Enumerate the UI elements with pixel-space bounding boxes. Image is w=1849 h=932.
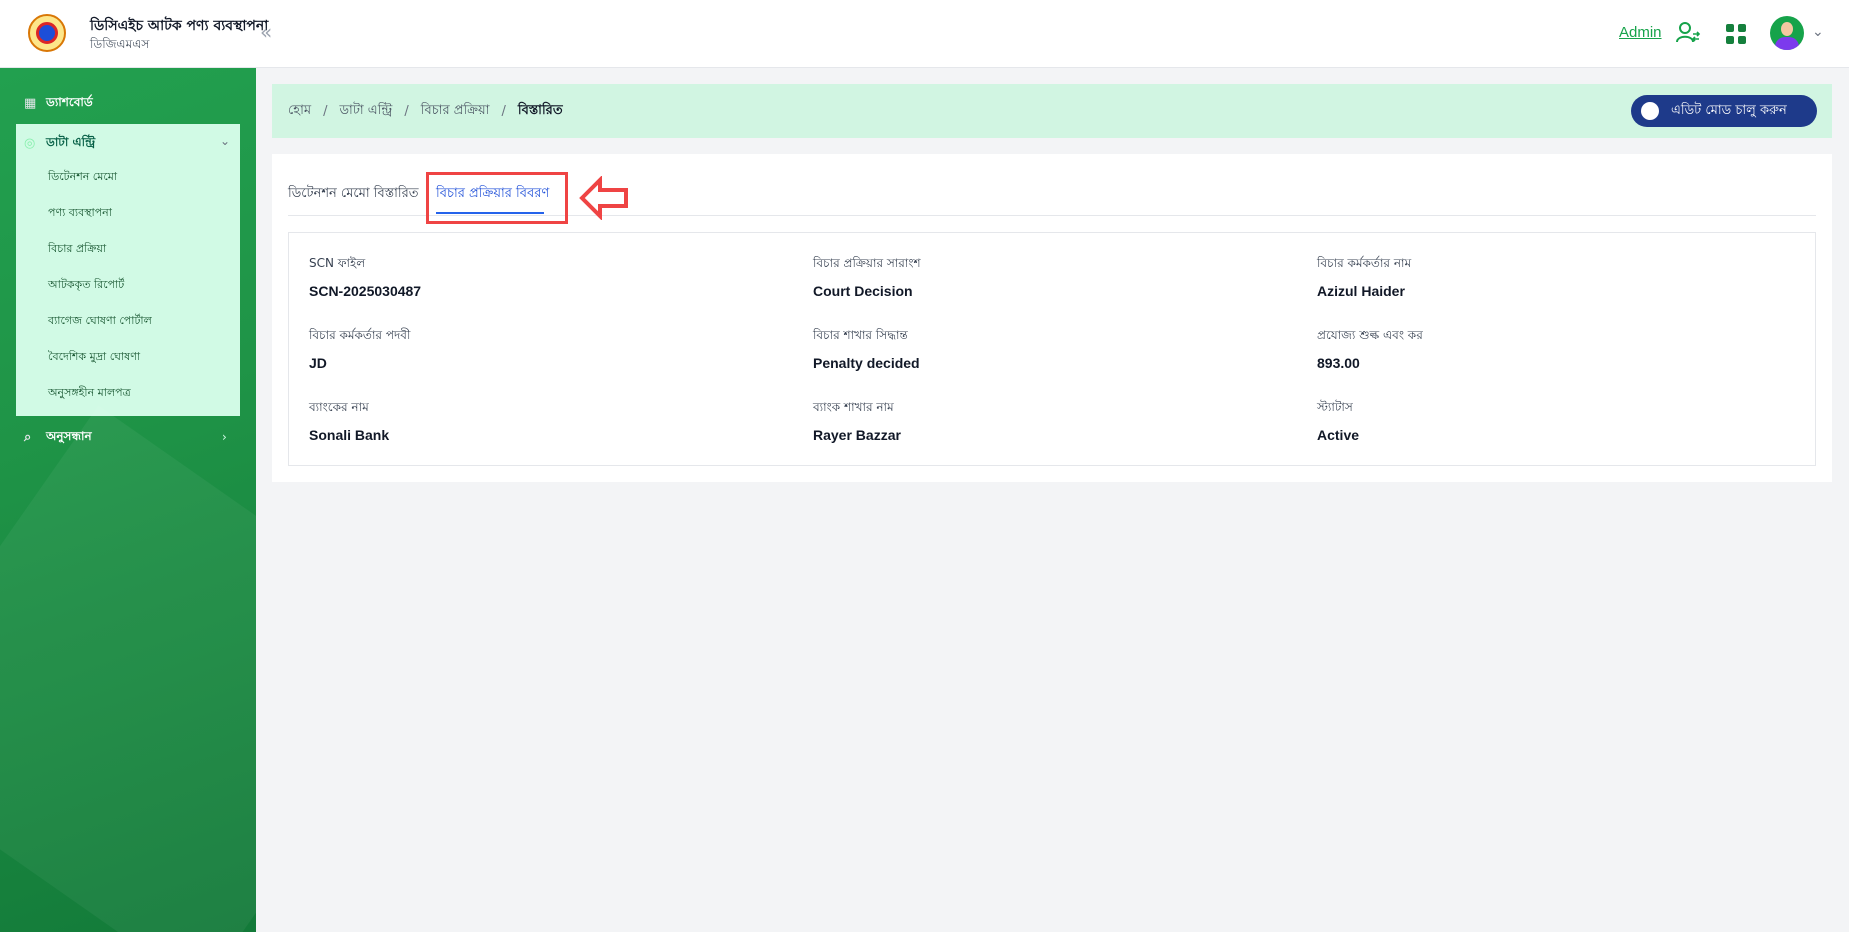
field-value: Azizul Haider [1317, 283, 1405, 299]
field-label: বিচার কর্মকর্তার পদবী [309, 328, 411, 342]
sidebar-item-dashboard[interactable]: ▦ ড্যাশবোর্ড [24, 94, 93, 114]
field-label: স্ট্যাটাস [1317, 400, 1353, 414]
field-value: 893.00 [1317, 355, 1360, 371]
app-title: ডিসিএইচ আটক পণ্য ব্যবস্থাপনা [90, 18, 269, 34]
field-label: SCN ফাইল [309, 256, 366, 270]
sidebar-subitem-seized-report[interactable]: আটককৃত রিপোর্ট [48, 276, 124, 295]
app-subtitle: ডিজিএমএস [90, 37, 150, 51]
field-label: বিচার শাখার সিদ্ধান্ত [813, 328, 908, 342]
chevron-right-icon[interactable]: › [222, 430, 227, 444]
sidebar-item-label: ডাটা এন্ট্রি [46, 135, 96, 149]
annotation-highlight-box [426, 172, 568, 224]
field-label: ব্যাংক শাখার নাম [813, 400, 894, 414]
field-value: Court Decision [813, 283, 913, 299]
sidebar-subitem-goods-management[interactable]: পণ্য ব্যবস্থাপনা [48, 204, 112, 223]
field-applicable-duty: প্রযোজ্য শুল্ক এবং কর 893.00 [1317, 327, 1797, 371]
user-avatar[interactable] [1770, 16, 1804, 50]
tab-detention-memo-details[interactable]: ডিটেনশন মেমো বিস্তারিত [288, 184, 418, 205]
field-value: Penalty decided [813, 355, 920, 371]
edit-mode-label: এডিট মোড চালু করুন [1671, 102, 1787, 118]
app-logo [28, 14, 66, 52]
sidebar-group-data-entry: ◎ ডাটা এন্ট্রি ⌄ ডিটেনশন মেমো পণ্য ব্যবস… [16, 124, 240, 416]
sidebar-item-label: অনুসন্ধান [46, 429, 92, 443]
field-judicial-summary: বিচার প্রক্রিয়ার সারাংশ Court Decision [813, 255, 1293, 299]
field-value: JD [309, 355, 327, 371]
breadcrumb-data-entry[interactable]: ডাটা এন্ট্রি [339, 101, 392, 122]
dashboard-icon: ▦ [24, 96, 37, 111]
collapse-sidebar-icon[interactable]: « [260, 22, 280, 42]
field-label: ব্যাংকের নাম [309, 400, 369, 414]
user-switch-icon[interactable] [1675, 20, 1701, 46]
field-value: Sonali Bank [309, 427, 390, 443]
field-value: Active [1317, 427, 1360, 443]
search-icon: ⌕ [24, 430, 32, 445]
breadcrumb: হোম / ডাটা এন্ট্রি / বিচার প্রক্রিয়া / … [272, 84, 1832, 138]
sidebar-item-search[interactable]: ⌕ অনুসন্ধান [24, 428, 92, 448]
field-bank-name: ব্যাংকের নাম Sonali Bank [309, 399, 789, 443]
field-scn-file: SCN ফাইল SCN-2025030487 [309, 255, 789, 299]
field-value: Rayer Bazzar [813, 427, 901, 443]
database-icon: ◎ [24, 136, 36, 151]
details-grid: SCN ফাইল SCN-2025030487 বিচার প্রক্রিয়া… [288, 232, 1816, 466]
field-status: স্ট্যাটাস Active [1317, 399, 1797, 443]
sidebar-subitem-judicial-process[interactable]: বিচার প্রক্রিয়া [48, 240, 106, 259]
admin-link[interactable]: Admin [1619, 24, 1662, 41]
field-label: বিচার প্রক্রিয়ার সারাংশ [813, 256, 921, 270]
top-header: ডিসিএইচ আটক পণ্য ব্যবস্থাপনা ডিজিএমএস « … [0, 0, 1849, 68]
field-officer-designation: বিচার কর্মকর্তার পদবী JD [309, 327, 789, 371]
breadcrumb-current: বিস্তারিত [517, 102, 563, 118]
annotation-arrow-icon [579, 176, 628, 220]
field-label: প্রযোজ্য শুল্ক এবং কর [1317, 328, 1423, 342]
sidebar-subitem-unaccompanied-baggage[interactable]: অনুসঙ্গহীন মালপত্র [48, 384, 131, 403]
field-bank-branch: ব্যাংক শাখার নাম Rayer Bazzar [813, 399, 1293, 443]
chevron-down-icon[interactable]: ⌄ [220, 134, 230, 148]
sidebar-subitem-detention-memo[interactable]: ডিটেনশন মেমো [48, 168, 117, 187]
field-value: SCN-2025030487 [309, 283, 422, 299]
field-branch-decision: বিচার শাখার সিদ্ধান্ত Penalty decided [813, 327, 1293, 371]
sidebar-subitem-baggage-portal[interactable]: ব্যাগেজ ঘোষণা পোর্টাল [48, 312, 152, 331]
apps-grid-icon[interactable] [1726, 24, 1746, 44]
toggle-knob [1641, 102, 1659, 120]
sidebar-subitem-currency-declaration[interactable]: বৈদেশিক মুদ্রা ঘোষণা [48, 348, 140, 367]
field-label: বিচার কর্মকর্তার নাম [1317, 256, 1412, 270]
sidebar-item-data-entry[interactable]: ◎ ডাটা এন্ট্রি [24, 134, 95, 154]
breadcrumb-judicial-process[interactable]: বিচার প্রক্রিয়া [421, 101, 490, 122]
field-officer-name: বিচার কর্মকর্তার নাম Azizul Haider [1317, 255, 1797, 299]
chevron-down-icon[interactable]: ⌄ [1812, 24, 1824, 40]
sidebar-item-label: ড্যাশবোর্ড [46, 95, 93, 109]
breadcrumb-home[interactable]: হোম [288, 101, 311, 122]
sidebar: ▦ ড্যাশবোর্ড ◎ ডাটা এন্ট্রি ⌄ ডিটেনশন মে… [0, 68, 256, 932]
edit-mode-toggle[interactable]: এডিট মোড চালু করুন [1631, 95, 1817, 127]
